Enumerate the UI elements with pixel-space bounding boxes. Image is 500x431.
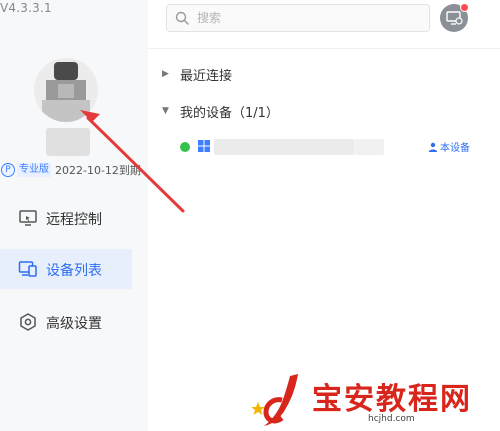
notification-dot [460, 3, 469, 12]
this-device-tag: 本设备 [428, 139, 470, 154]
search-box[interactable] [166, 4, 430, 32]
search-input[interactable] [197, 8, 417, 28]
monitor-remote-icon [19, 210, 37, 226]
license-info: P 专业版 2022-10-12到期 [0, 162, 141, 178]
pro-badge-icon: P [1, 163, 15, 177]
online-status-icon [180, 142, 190, 152]
settings-hexagon-icon [20, 313, 36, 331]
device-name-redacted [354, 139, 384, 155]
group-recent-connections[interactable]: ▶ 最近连接 [162, 64, 232, 84]
this-device-label: 本设备 [440, 143, 470, 154]
sidebar-item-device-list[interactable]: 设备列表 [0, 249, 132, 289]
sidebar-item-label: 高级设置 [46, 316, 102, 332]
watermark: 宝安教程网 hcjhd.com [248, 372, 500, 431]
watermark-title: 宝安教程网 [312, 382, 472, 417]
windows-icon [198, 140, 210, 152]
username-redacted [46, 128, 90, 156]
search-icon [175, 11, 189, 25]
site-logo-icon [252, 374, 298, 426]
sidebar-item-remote-control[interactable]: 远程控制 [0, 198, 132, 238]
device-name-redacted [214, 139, 354, 155]
license-tier: 专业版 [17, 163, 51, 177]
group-label: 最近连接 [180, 68, 233, 84]
group-label: 我的设备（1/1） [180, 105, 279, 121]
watermark-domain: hcjhd.com [368, 414, 415, 424]
sidebar-item-label: 设备列表 [46, 263, 102, 279]
sidebar-item-advanced-settings[interactable]: 高级设置 [0, 302, 132, 342]
license-expiry: 2022-10-12到期 [55, 164, 141, 177]
device-list-item[interactable]: 本设备 [178, 136, 470, 158]
caret-down-icon: ▼ [162, 106, 169, 116]
app-version: V4.3.3.1 [0, 1, 52, 15]
device-menu-button[interactable] [440, 3, 469, 32]
devices-icon [18, 261, 37, 277]
sidebar: V4.3.3.1 P 专业版 2022-10-12到期 远程控制 设备列表 高级… [0, 0, 148, 431]
sidebar-item-label: 远程控制 [46, 212, 102, 228]
user-icon [428, 142, 438, 152]
main-panel: ▶ 最近连接 ▼ 我的设备（1/1） 本设备 [148, 0, 500, 431]
avatar[interactable] [34, 58, 98, 122]
divider [148, 48, 500, 49]
caret-right-icon: ▶ [162, 69, 169, 79]
group-my-devices[interactable]: ▼ 我的设备（1/1） [162, 101, 279, 121]
